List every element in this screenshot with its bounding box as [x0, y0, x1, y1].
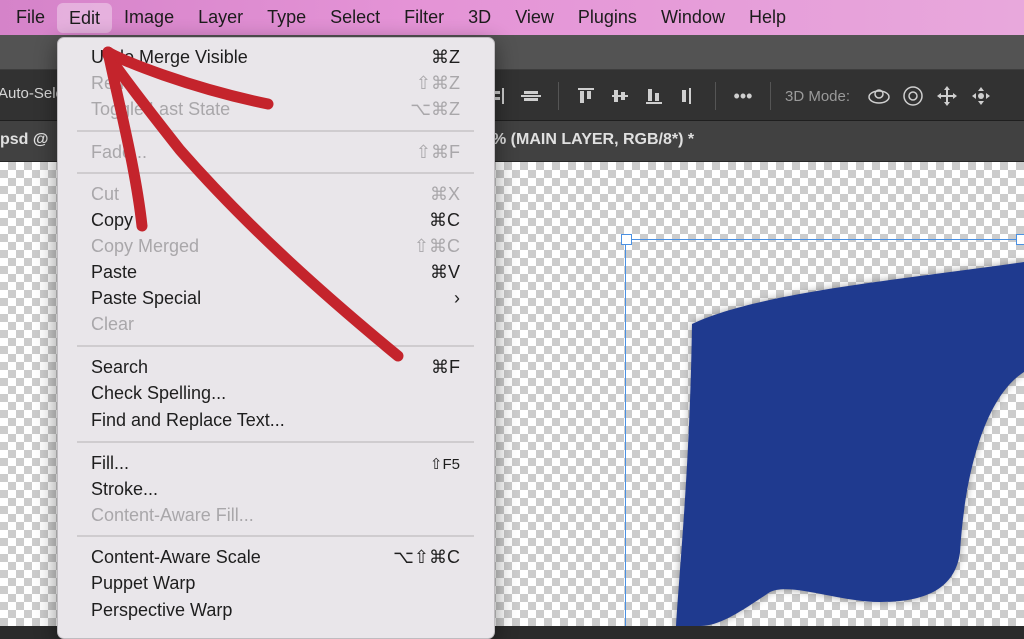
menu-item-stroke[interactable]: Stroke...: [91, 477, 460, 503]
menu-item-shortcut: ⌘C: [429, 210, 460, 230]
align-vertical-centers-icon[interactable]: [607, 83, 633, 109]
menu-layer[interactable]: Layer: [186, 0, 255, 35]
menu-3d[interactable]: 3D: [456, 0, 503, 35]
menu-image[interactable]: Image: [112, 0, 186, 35]
auto-select-label[interactable]: Auto-Sele: [0, 85, 64, 102]
align-top-edges-icon[interactable]: [573, 83, 599, 109]
menu-item-check-spelling[interactable]: Check Spelling...: [91, 381, 460, 407]
edit-menu-dropdown: Undo Merge Visible ⌘Z Redo ⇧⌘Z Toggle Last…: [57, 37, 495, 639]
menu-item-label: Search: [91, 357, 149, 377]
3d-slide-icon[interactable]: [968, 83, 994, 109]
options-divider: [558, 82, 559, 110]
menu-item-label: Fade...: [91, 142, 148, 162]
menu-item-shortcut: ⌘F: [431, 357, 460, 377]
submenu-chevron-icon: ›: [454, 288, 460, 308]
menu-item-label: Perspective Warp: [91, 600, 233, 620]
menu-item-search[interactable]: Search ⌘F: [91, 355, 460, 381]
menu-item-copy-merged[interactable]: Copy Merged ⇧⌘C: [91, 234, 460, 260]
menu-item-label: Undo Merge Visible: [91, 47, 248, 67]
menu-filter[interactable]: Filter: [392, 0, 456, 35]
menu-item-label: Puppet Warp: [91, 573, 196, 593]
menu-item-shortcut: ⌥⇧⌘C: [393, 547, 460, 567]
transform-handle-top-right[interactable]: [1016, 234, 1024, 245]
menu-item-fade[interactable]: Fade... ⇧⌘F: [91, 140, 460, 166]
menu-separator: [77, 172, 474, 174]
menu-help[interactable]: Help: [737, 0, 798, 35]
menu-item-shortcut: ⌥⌘Z: [410, 99, 460, 119]
options-divider: [715, 82, 716, 110]
menu-item-shortcut: ⇧F5: [429, 456, 460, 473]
menu-type[interactable]: Type: [255, 0, 318, 35]
menu-separator: [77, 535, 474, 537]
menu-item-clear[interactable]: Clear: [91, 312, 460, 338]
menu-item-shortcut: ⇧⌘C: [413, 236, 460, 256]
3d-pan-icon[interactable]: [934, 83, 960, 109]
menu-item-shortcut: ⌘V: [429, 262, 460, 282]
menu-item-copy[interactable]: Copy ⌘C: [91, 208, 460, 234]
menu-view[interactable]: View: [503, 0, 566, 35]
menu-item-label: Paste: [91, 262, 138, 282]
menu-item-cut[interactable]: Cut ⌘X: [91, 182, 460, 208]
menu-item-puppet-warp[interactable]: Puppet Warp: [91, 571, 460, 597]
more-options-icon[interactable]: •••: [730, 83, 756, 109]
menu-item-shortcut: ⌘Z: [431, 47, 460, 67]
menu-item-label: Cut: [91, 184, 120, 204]
options-divider: [770, 82, 771, 110]
menu-item-label: Content-Aware Fill...: [91, 505, 254, 525]
3d-orbit-icon[interactable]: [866, 83, 892, 109]
align-right-icon[interactable]: [675, 83, 701, 109]
menu-item-find-replace[interactable]: Find and Replace Text...: [91, 408, 460, 434]
options-icons: ••• 3D Mode:: [484, 82, 994, 110]
align-horizontal-centers-icon[interactable]: [518, 83, 544, 109]
menu-item-label: Copy Merged: [91, 236, 200, 256]
3d-mode-label: 3D Mode:: [785, 87, 851, 105]
transform-handle-top-left[interactable]: [621, 234, 632, 245]
menu-item-content-aware-scale[interactable]: Content-Aware Scale ⌥⇧⌘C: [91, 545, 460, 571]
menu-plugins[interactable]: Plugins: [566, 0, 649, 35]
transform-bounding-box[interactable]: [625, 239, 1024, 626]
document-tab-left[interactable]: psd @: [0, 131, 49, 149]
menu-item-label: Find and Replace Text...: [91, 410, 285, 430]
menu-item-label: Fill...: [91, 453, 129, 473]
menu-item-undo[interactable]: Undo Merge Visible ⌘Z: [91, 45, 460, 71]
menu-separator: [77, 130, 474, 132]
menu-separator: [77, 441, 474, 443]
menu-item-paste-special[interactable]: Paste Special ›: [91, 286, 460, 312]
document-tab-title[interactable]: % (MAIN LAYER, RGB/8*) *: [492, 131, 694, 149]
menu-item-content-aware-fill[interactable]: Content-Aware Fill...: [91, 503, 460, 529]
menu-item-paste[interactable]: Paste ⌘V: [91, 260, 460, 286]
menu-window[interactable]: Window: [649, 0, 737, 35]
menu-item-shortcut: ⇧⌘Z: [415, 73, 460, 93]
3d-roll-icon[interactable]: [900, 83, 926, 109]
menu-item-label: Copy: [91, 210, 134, 230]
menu-item-label: Content-Aware Scale: [91, 547, 261, 567]
menu-item-fill[interactable]: Fill... ⇧F5: [91, 451, 460, 477]
menu-separator: [77, 345, 474, 347]
menu-item-label: Redo: [91, 73, 135, 93]
align-bottom-edges-icon[interactable]: [641, 83, 667, 109]
menu-item-label: Clear: [91, 314, 135, 334]
menu-edit[interactable]: Edit: [57, 3, 113, 33]
menu-select[interactable]: Select: [318, 0, 392, 35]
menu-item-redo[interactable]: Redo ⇧⌘Z: [91, 71, 460, 97]
app-menu-bar: File Edit Image Layer Type Select Filter…: [0, 0, 1024, 35]
menu-item-perspective-warp[interactable]: Perspective Warp: [91, 598, 460, 624]
menu-item-shortcut: ⌘X: [429, 184, 460, 204]
menu-item-label: Toggle Last State: [91, 99, 231, 119]
menu-item-toggle-last-state[interactable]: Toggle Last State ⌥⌘Z: [91, 97, 460, 123]
menu-item-shortcut: ⇧⌘F: [415, 142, 460, 162]
menu-item-label: Check Spelling...: [91, 383, 227, 403]
menu-item-label: Paste Special: [91, 288, 202, 308]
menu-file[interactable]: File: [0, 0, 57, 35]
menu-item-label: Stroke...: [91, 479, 159, 499]
